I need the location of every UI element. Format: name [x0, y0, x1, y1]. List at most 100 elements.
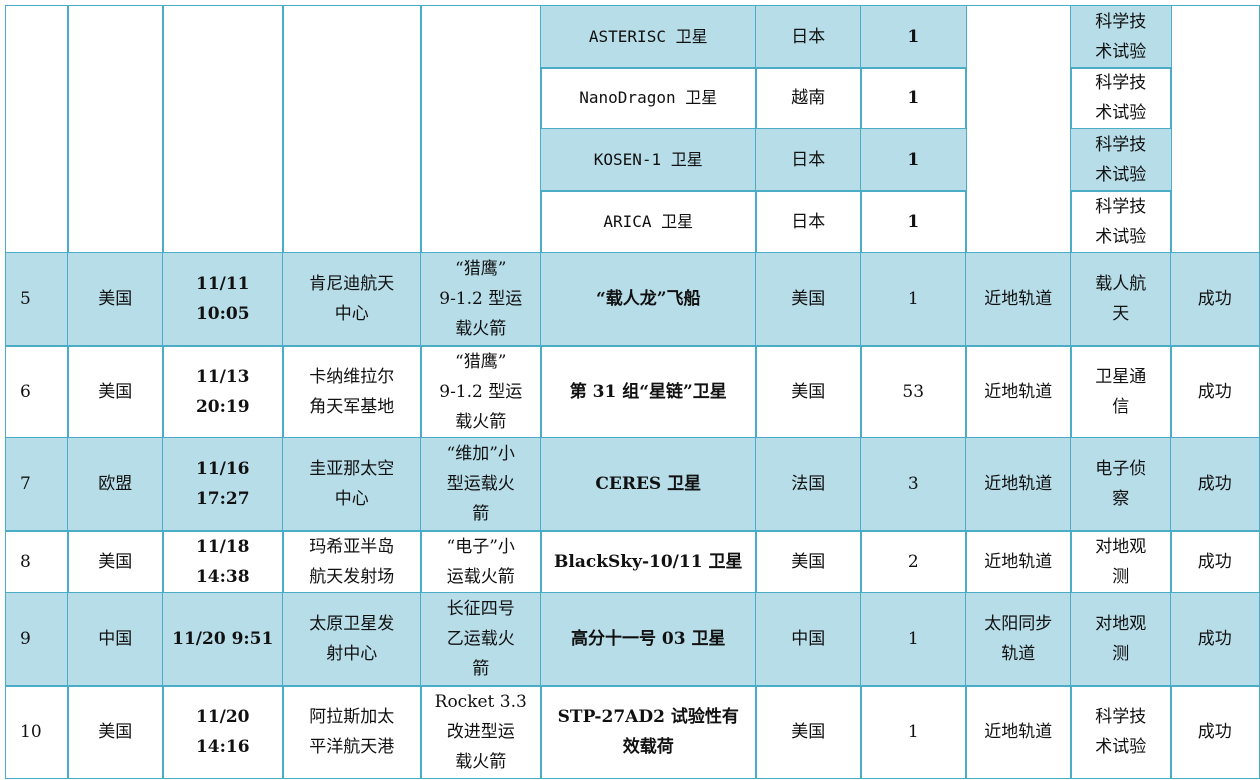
- purpose-cell: 科学技 术试验: [1070, 67, 1172, 130]
- time-cell-text: 11/20 9:51: [172, 629, 274, 650]
- result-cell-text: 成功: [1197, 474, 1232, 495]
- no-cell-text: 5: [20, 289, 31, 310]
- no-cell: 7: [5, 437, 69, 532]
- payload-cell: ASTERISC 卫星: [540, 5, 757, 69]
- orbit-cell: 近地轨道: [965, 252, 1072, 347]
- nation-cell-text: 美国: [98, 551, 133, 572]
- site-cell-text: 圭亚那太空 中心: [309, 459, 395, 510]
- empty-cell: [67, 5, 164, 254]
- result-cell: 成功: [1170, 592, 1260, 687]
- time-cell-text: 11/18 14:38: [195, 536, 250, 587]
- rocket-cell: “维加”小 型运载火 箭: [420, 437, 542, 532]
- count-cell-text: 2: [907, 551, 919, 572]
- nation-cell: 美国: [67, 685, 164, 779]
- country-cell: 美国: [755, 252, 862, 347]
- count-cell-text: 53: [902, 381, 925, 402]
- country-cell: 中国: [755, 592, 862, 687]
- purpose-cell-text: 卫星通 信: [1095, 366, 1147, 417]
- rocket-cell: “猎鹰” 9-1.2 型运 载火箭: [420, 345, 542, 439]
- payload-cell-text: NanoDragon 卫星: [579, 88, 718, 108]
- result-cell: 成功: [1170, 345, 1260, 439]
- empty-cell: [5, 5, 69, 254]
- payload-cell-text: CERES 卫星: [595, 474, 702, 495]
- nation-cell-text: 美国: [98, 289, 133, 310]
- country-cell-text: 日本: [791, 149, 826, 170]
- orbit-cell: 太阳同步 轨道: [965, 592, 1072, 687]
- payload-cell-text: ARICA 卫星: [603, 211, 694, 231]
- payload-cell: CERES 卫星: [540, 437, 757, 532]
- site-cell-text: 玛希亚半岛 航天发射场: [309, 536, 395, 587]
- no-cell-text: 8: [20, 551, 31, 572]
- empty-cell: [1170, 5, 1260, 254]
- purpose-cell: 对地观 测: [1070, 592, 1172, 687]
- country-cell: 越南: [755, 67, 862, 130]
- no-cell: 9: [5, 592, 69, 687]
- purpose-cell-text: 对地观 测: [1095, 614, 1147, 665]
- purpose-cell: 对地观 测: [1070, 530, 1172, 594]
- purpose-cell-text: 载人航 天: [1095, 274, 1147, 325]
- count-cell: 1: [860, 592, 967, 687]
- no-cell-text: 9: [20, 629, 31, 650]
- payload-cell: 高分十一号 03 卫星: [540, 592, 757, 687]
- empty-cell: [162, 5, 284, 254]
- count-cell: 1: [860, 685, 967, 779]
- orbit-cell-text: 近地轨道: [984, 721, 1053, 742]
- nation-cell-text: 中国: [98, 629, 133, 650]
- time-cell: 11/18 14:38: [162, 530, 284, 594]
- rocket-cell: “猎鹰” 9-1.2 型运 载火箭: [420, 252, 542, 347]
- payload-cell-text: ASTERISC 卫星: [588, 26, 708, 46]
- country-cell-text: 美国: [791, 289, 826, 310]
- empty-cell: [282, 5, 422, 254]
- purpose-cell-text: 科学技 术试验: [1095, 706, 1147, 757]
- purpose-cell: 卫星通 信: [1070, 345, 1172, 439]
- nation-cell-text: 美国: [98, 721, 133, 742]
- orbit-cell: 近地轨道: [965, 685, 1072, 779]
- no-cell-text: 7: [20, 474, 31, 495]
- orbit-cell: 近地轨道: [965, 345, 1072, 439]
- purpose-cell: 科学技 术试验: [1070, 5, 1172, 69]
- no-cell-text: 10: [20, 721, 42, 742]
- no-cell: 8: [5, 530, 69, 594]
- no-cell-text: 6: [20, 381, 31, 402]
- no-cell: 10: [5, 685, 69, 779]
- count-cell: 1: [860, 5, 967, 69]
- site-cell: 卡纳维拉尔 角天军基地: [282, 345, 422, 439]
- no-cell: 5: [5, 252, 69, 347]
- time-cell: 11/20 9:51: [162, 592, 284, 687]
- nation-cell: 美国: [67, 252, 164, 347]
- rocket-cell-text: Rocket 3.3 改进型运 载火箭: [434, 691, 527, 772]
- country-cell-text: 日本: [791, 26, 826, 47]
- payload-cell-text: 第 31 组“星链”卫星: [569, 381, 727, 402]
- count-cell-text: 1: [907, 721, 919, 742]
- no-cell: 6: [5, 345, 69, 439]
- time-cell: 11/11 10:05: [162, 252, 284, 347]
- time-cell-text: 11/20 14:16: [195, 706, 250, 757]
- rocket-cell: 长征四号 乙运载火 箭: [420, 592, 542, 687]
- result-cell: 成功: [1170, 252, 1260, 347]
- count-cell-text: 1: [907, 629, 919, 650]
- nation-cell: 欧盟: [67, 437, 164, 532]
- purpose-cell: 电子侦 察: [1070, 437, 1172, 532]
- count-cell: 1: [860, 252, 967, 347]
- count-cell-text: 3: [907, 474, 919, 495]
- count-cell-text: 1: [907, 211, 920, 232]
- purpose-cell-text: 科学技 术试验: [1095, 196, 1147, 247]
- country-cell: 日本: [755, 5, 862, 69]
- count-cell-text: 1: [907, 88, 920, 109]
- purpose-cell: 科学技 术试验: [1070, 128, 1172, 192]
- launch-table: ASTERISC 卫星 日本 1 科学技 术试验 NanoDragon 卫星 越南 1 科学技…: [0, 0, 1260, 780]
- site-cell: 阿拉斯加太 平洋航天港: [282, 685, 422, 779]
- count-cell: 53: [860, 345, 967, 439]
- rocket-cell: “电子”小 运载火箭: [420, 530, 542, 594]
- time-cell-text: 11/11 10:05: [195, 274, 250, 325]
- nation-cell: 美国: [67, 345, 164, 439]
- country-cell-text: 中国: [791, 629, 826, 650]
- count-cell: 2: [860, 530, 967, 594]
- site-cell-text: 太原卫星发 射中心: [309, 614, 395, 665]
- payload-cell-text: BlackSky-10/11 卫星: [554, 551, 743, 572]
- time-cell: 11/13 20:19: [162, 345, 284, 439]
- payload-cell: BlackSky-10/11 卫星: [540, 530, 757, 594]
- site-cell-text: 卡纳维拉尔 角天军基地: [309, 366, 395, 417]
- purpose-cell-text: 对地观 测: [1095, 536, 1147, 587]
- count-cell-text: 1: [907, 149, 920, 170]
